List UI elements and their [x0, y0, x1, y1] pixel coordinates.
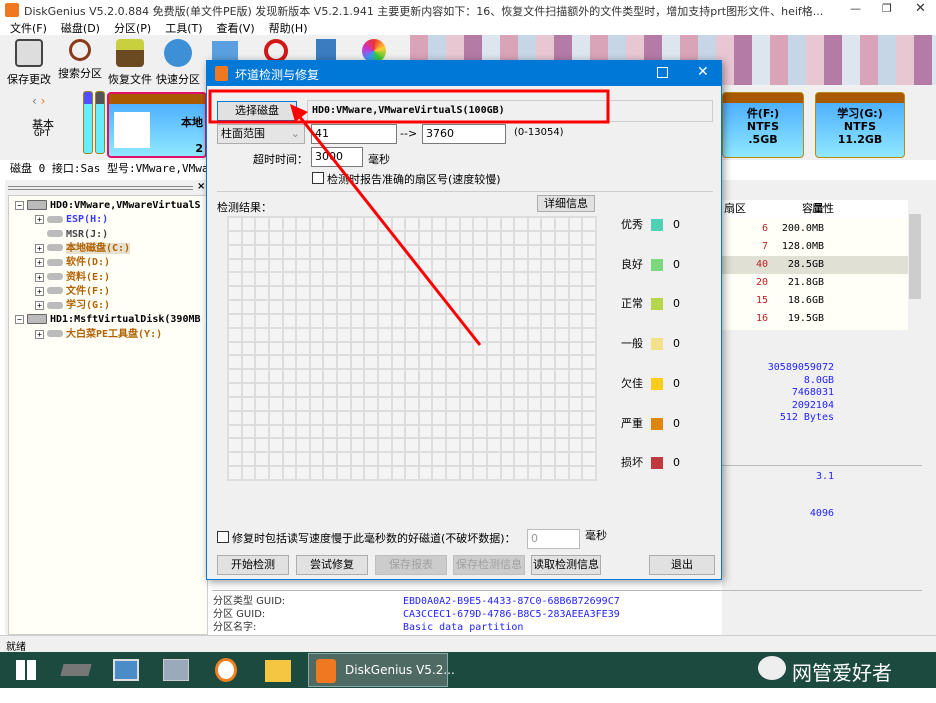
highlight-box	[208, 89, 610, 124]
arrow-head-icon	[290, 104, 308, 122]
annotation-overlay	[208, 89, 610, 346]
annotation-arrow	[294, 111, 482, 346]
